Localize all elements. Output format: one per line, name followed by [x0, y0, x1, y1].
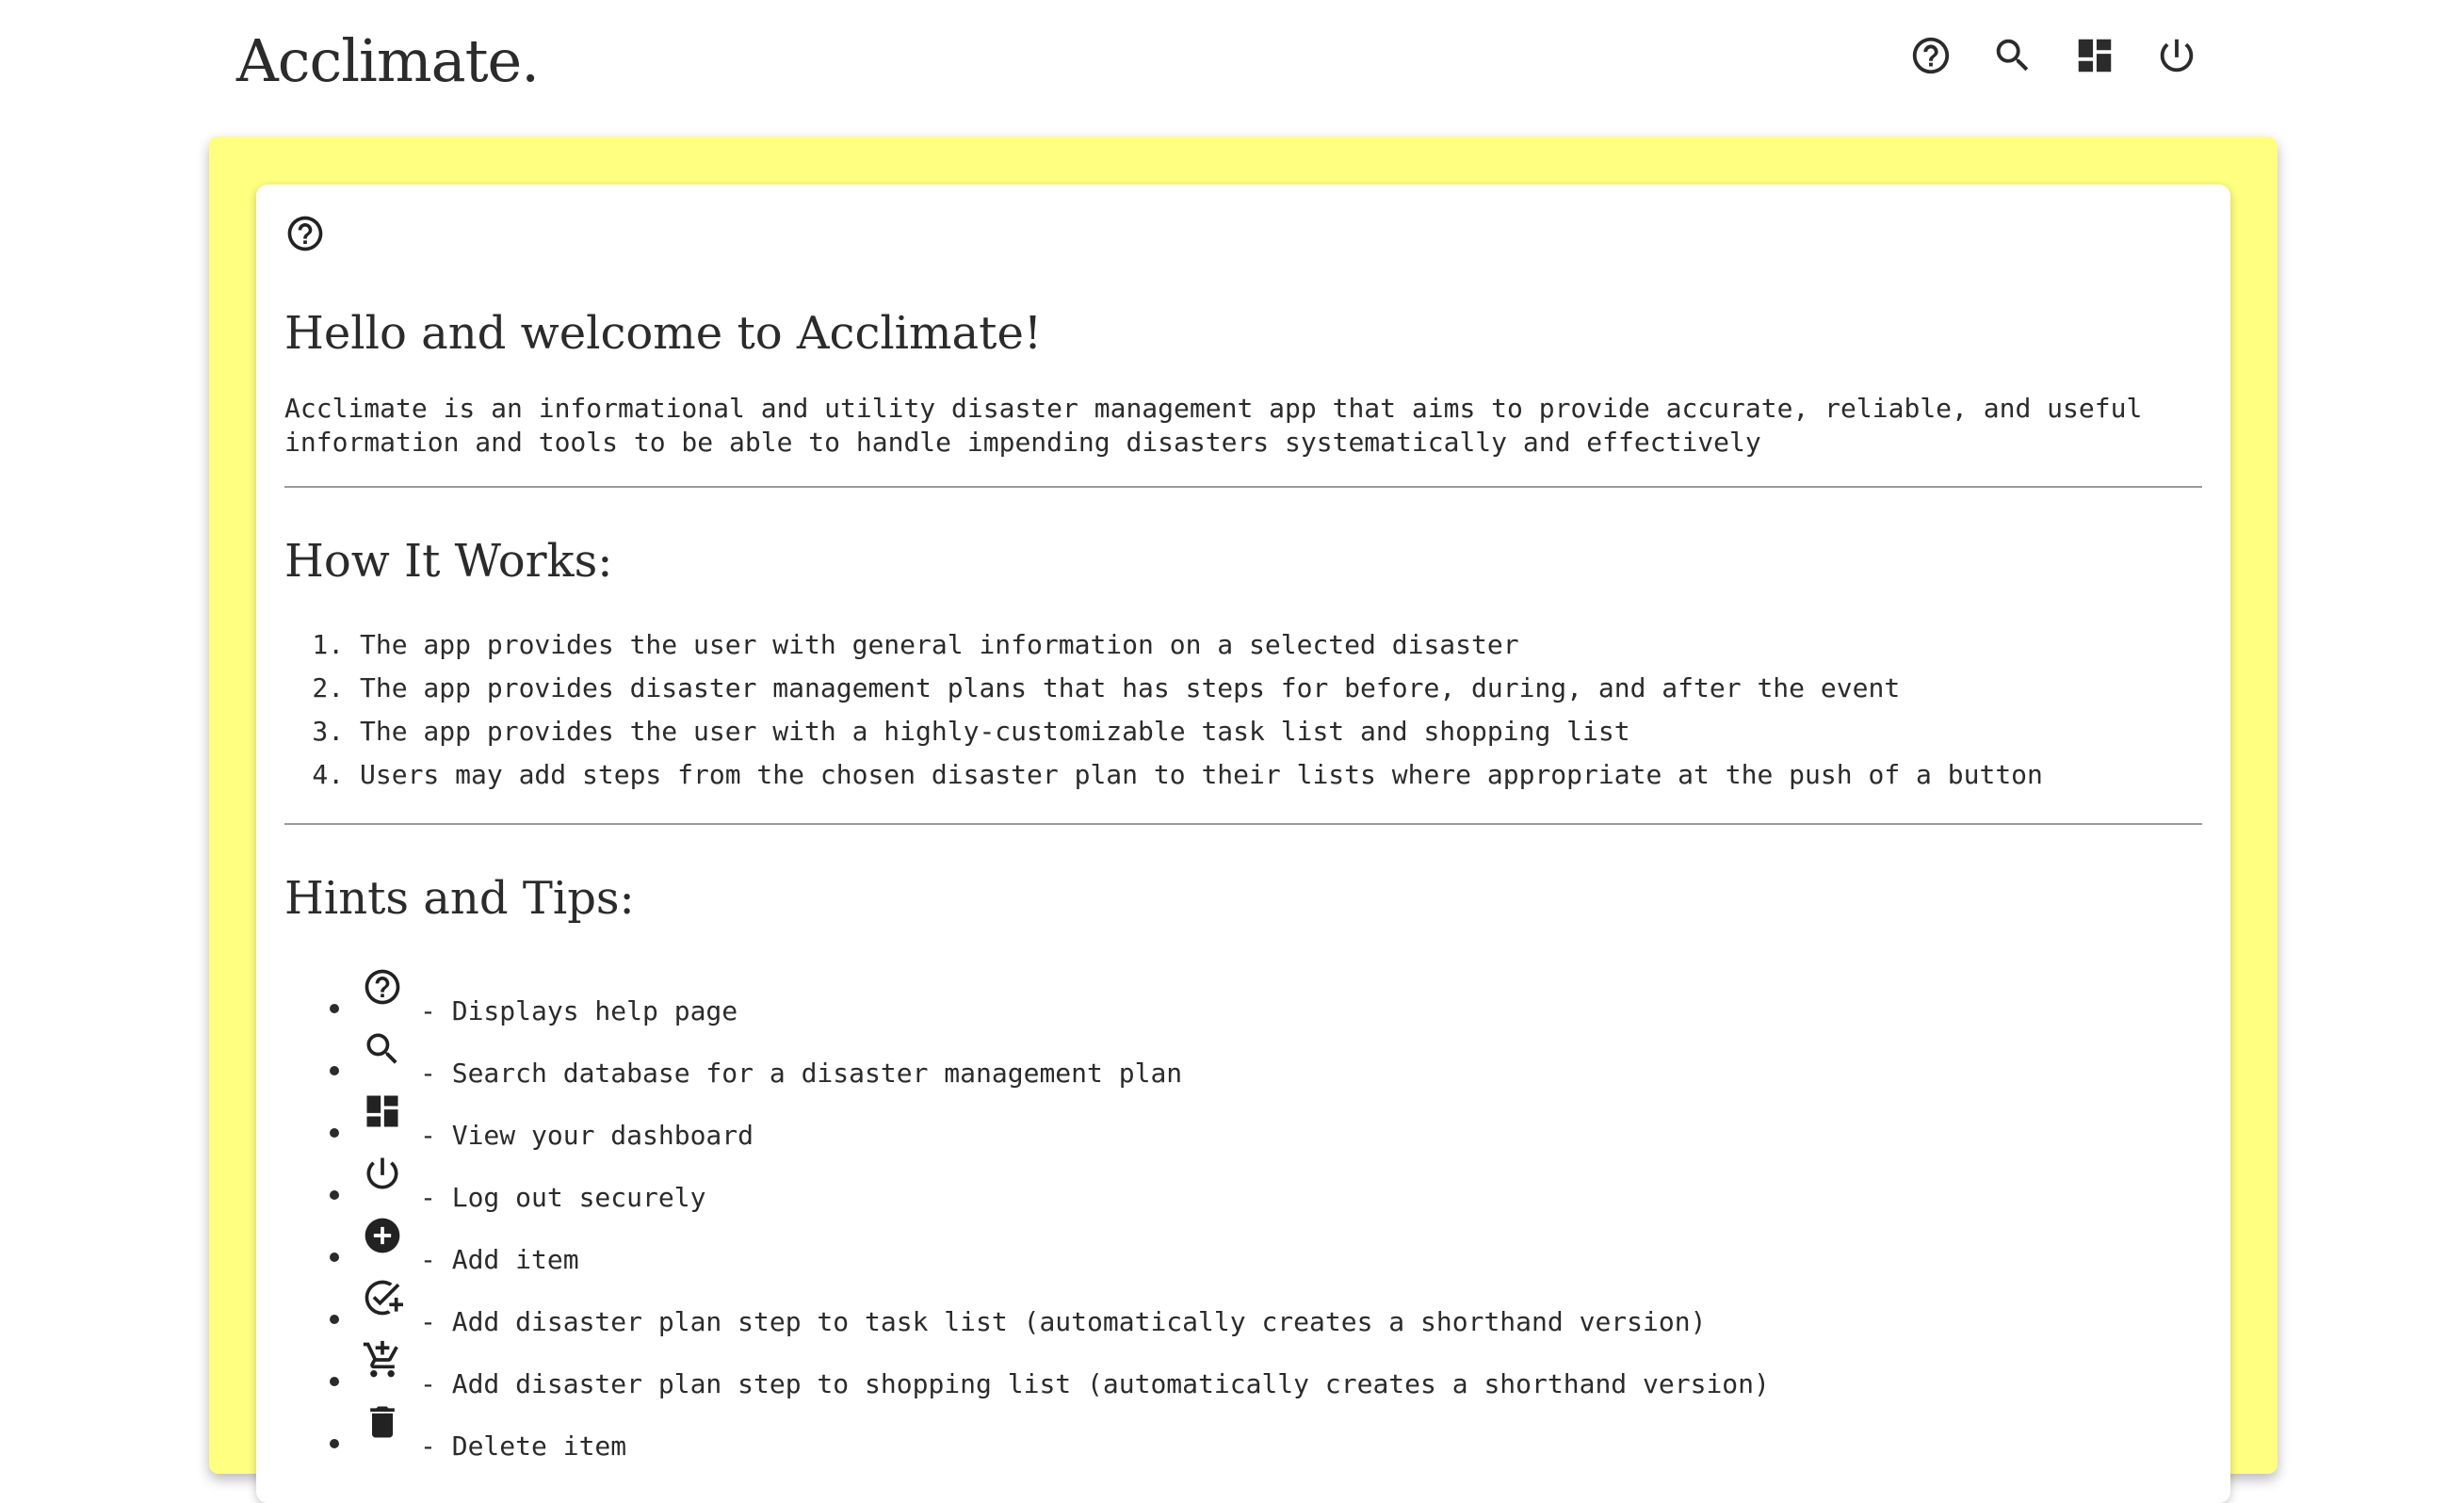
help-icon	[284, 213, 326, 254]
search-button[interactable]	[1985, 28, 2041, 85]
add-task-icon	[362, 1277, 403, 1318]
list-item: - Add disaster plan step to shopping lis…	[330, 1339, 2202, 1401]
tip-text: - Search database for a disaster managem…	[420, 1058, 1183, 1089]
list-item: - Displays help page	[330, 966, 2202, 1028]
dashboard-button[interactable]	[2067, 28, 2123, 85]
how-it-works-title: How It Works:	[284, 535, 613, 588]
delete-icon	[362, 1401, 403, 1443]
power-icon	[362, 1153, 403, 1194]
search-icon	[1991, 34, 2034, 80]
brand-logo[interactable]: Acclimate.	[236, 26, 540, 95]
top-nav	[1903, 28, 2205, 85]
list-item: The app provides disaster management pla…	[360, 667, 2202, 710]
help-card: Hello and welcome to Acclimate! Acclimat…	[256, 185, 2230, 1503]
list-item: The app provides the user with a highly-…	[360, 710, 2202, 753]
help-content: Hello and welcome to Acclimate! Acclimat…	[284, 305, 2202, 1463]
power-icon	[2155, 34, 2198, 80]
add-shopping-cart-icon	[362, 1339, 403, 1381]
app-header: Acclimate.	[0, 0, 2464, 132]
hints-list: - Displays help page - Search database f…	[284, 966, 2202, 1463]
tip-text: - Displays help page	[420, 995, 738, 1026]
tip-text: - Add disaster plan step to shopping lis…	[420, 1368, 1770, 1399]
list-item: - Add disaster plan step to task list (a…	[330, 1277, 2202, 1339]
divider	[284, 486, 2202, 488]
list-item: Users may add steps from the chosen disa…	[360, 753, 2202, 797]
list-item: The app provides the user with general i…	[360, 623, 2202, 667]
list-item: - Add item	[330, 1215, 2202, 1277]
add-circle-icon	[362, 1215, 403, 1256]
tip-text: - Add item	[420, 1244, 579, 1275]
help-icon	[362, 966, 403, 1008]
tip-text: - Delete item	[420, 1430, 627, 1462]
list-item: - Log out securely	[330, 1153, 2202, 1215]
intro-text: Acclimate is an informational and utilit…	[284, 393, 2143, 458]
tip-text: - Log out securely	[420, 1182, 706, 1213]
how-it-works-list: The app provides the user with general i…	[284, 623, 2202, 797]
page-title: Hello and welcome to Acclimate!	[284, 307, 1043, 360]
list-item: - Search database for a disaster managem…	[330, 1028, 2202, 1091]
tip-text: - View your dashboard	[420, 1120, 754, 1151]
help-button[interactable]	[1903, 28, 1959, 85]
divider	[284, 823, 2202, 825]
list-item: - Delete item	[330, 1401, 2202, 1463]
list-item: - View your dashboard	[330, 1091, 2202, 1153]
tip-text: - Add disaster plan step to task list (a…	[420, 1306, 1707, 1337]
hints-title: Hints and Tips:	[284, 872, 635, 925]
logout-button[interactable]	[2148, 28, 2205, 85]
dashboard-icon	[2073, 34, 2116, 80]
dashboard-icon	[362, 1091, 403, 1132]
search-icon	[362, 1028, 403, 1070]
help-icon	[1909, 34, 1953, 80]
